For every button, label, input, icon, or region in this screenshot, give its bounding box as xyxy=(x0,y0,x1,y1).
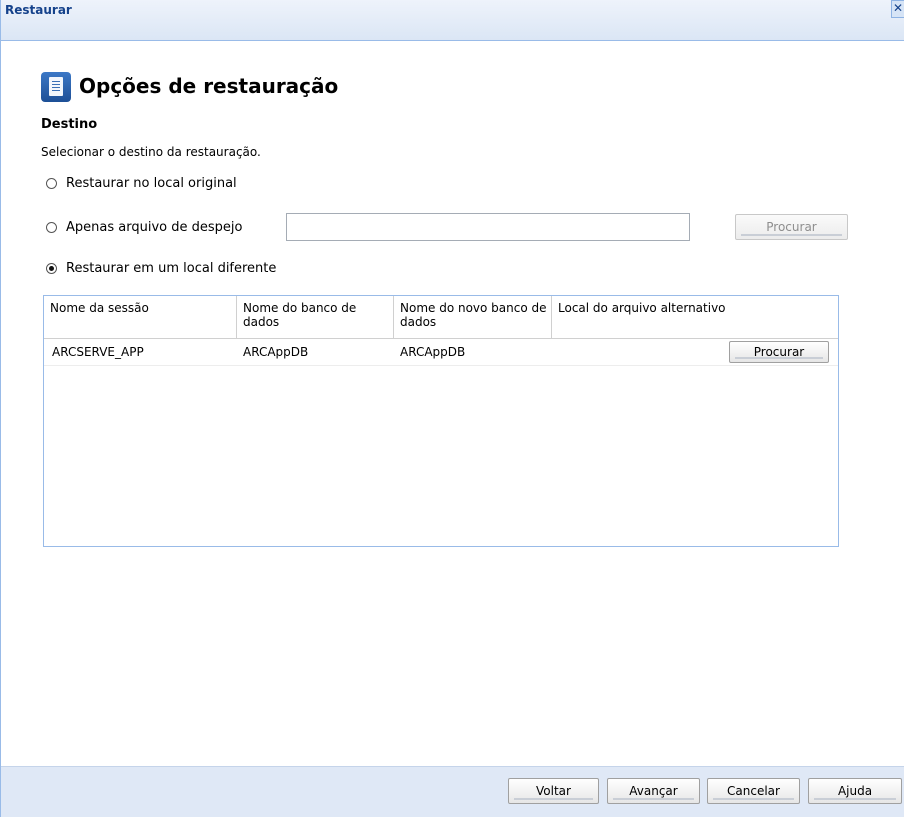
browse-alternate-location-button[interactable]: Procurar xyxy=(729,341,829,363)
radio-label: Apenas arquivo de despejo xyxy=(66,219,243,235)
radio-original-location[interactable]: Restaurar no local original xyxy=(46,174,237,192)
table-header: Nome da sessão Nome do banco de dados No… xyxy=(44,296,838,339)
back-button-label: Voltar xyxy=(536,784,571,798)
cell-new-database-name[interactable]: ARCAppDB xyxy=(392,339,465,365)
cancel-button[interactable]: Cancelar xyxy=(707,778,800,804)
column-header-session-name[interactable]: Nome da sessão xyxy=(44,296,237,338)
radio-button[interactable] xyxy=(46,221,57,233)
page-title: Opções de restauração xyxy=(79,74,339,98)
dialog-title: Restaurar xyxy=(5,3,72,17)
document-list-icon xyxy=(41,72,71,102)
destination-label: Destino xyxy=(41,117,98,132)
cell-alternate-location[interactable] xyxy=(550,339,558,365)
dialog-titlebar[interactable]: Restaurar ✕ xyxy=(1,0,904,41)
radio-label: Restaurar no local original xyxy=(66,175,237,191)
destination-instruction: Selecionar o destino da restauração. xyxy=(41,145,261,159)
cell-database-name: ARCAppDB xyxy=(243,345,309,359)
help-button[interactable]: Ajuda xyxy=(808,778,902,804)
browse-button-label: Procurar xyxy=(766,220,817,234)
radio-different-location[interactable]: Restaurar em um local diferente xyxy=(46,259,276,277)
column-header-database-name[interactable]: Nome do banco de dados xyxy=(237,296,394,338)
close-icon[interactable]: ✕ xyxy=(891,0,904,18)
help-button-label: Ajuda xyxy=(837,784,873,798)
column-header-alternate-file-location[interactable]: Local do arquivo alternativo xyxy=(552,296,838,338)
cell-session-name: ARCSERVE_APP xyxy=(52,345,144,359)
database-table: Nome da sessão Nome do banco de dados No… xyxy=(43,295,839,547)
radio-dump-file-only[interactable]: Apenas arquivo de despejo xyxy=(46,218,242,236)
radio-label: Restaurar em um local diferente xyxy=(66,260,277,276)
next-button[interactable]: Avançar xyxy=(607,778,700,804)
cancel-button-label: Cancelar xyxy=(727,784,780,798)
dump-file-path-input[interactable] xyxy=(286,213,690,241)
radio-button[interactable] xyxy=(46,177,57,189)
back-button[interactable]: Voltar xyxy=(508,778,599,804)
browse-dump-file-button[interactable]: Procurar xyxy=(735,214,848,240)
radio-button-selected[interactable] xyxy=(46,262,57,274)
restore-dialog: Restaurar ✕ Opções de restauração Destin… xyxy=(0,0,904,817)
column-header-new-database-name[interactable]: Nome do novo banco de dados xyxy=(394,296,552,338)
next-button-label: Avançar xyxy=(629,784,678,798)
table-row[interactable]: ARCSERVE_APP ARCAppDB ARCAppDB Procurar xyxy=(44,339,838,366)
dialog-footer: Voltar Avançar Cancelar Ajuda xyxy=(1,766,904,817)
